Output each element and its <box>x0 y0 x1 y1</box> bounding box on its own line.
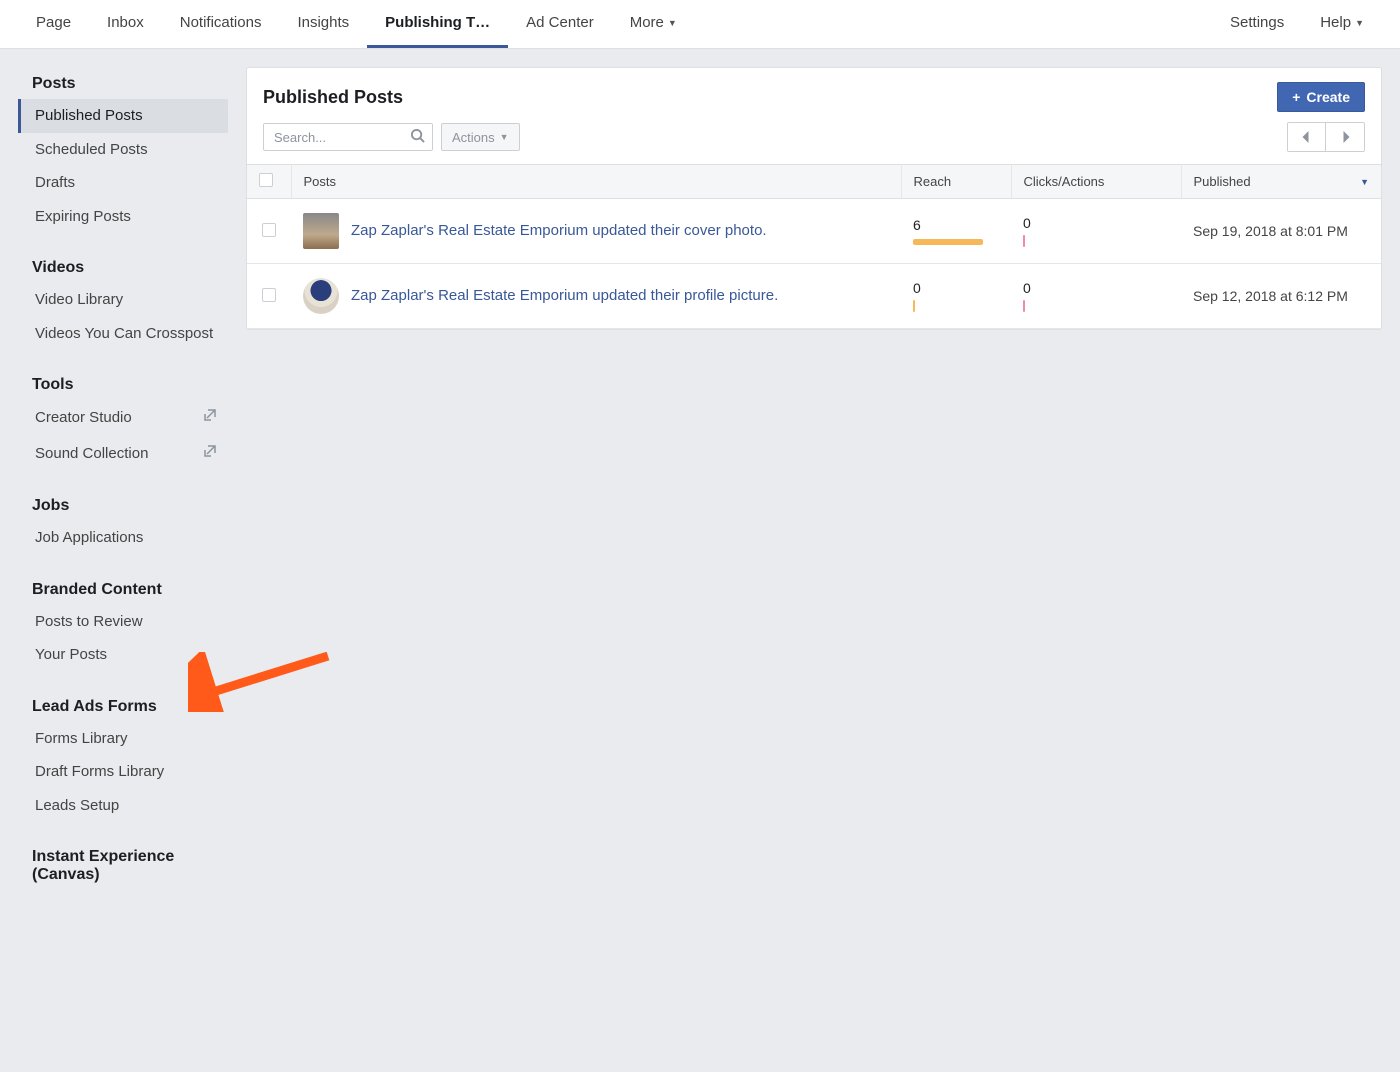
side-title-jobs: Jobs <box>18 489 228 521</box>
clicks-bar <box>1023 235 1025 247</box>
side-expiring-posts[interactable]: Expiring Posts <box>18 200 228 234</box>
th-posts[interactable]: Posts <box>291 165 901 199</box>
sidebar: Posts Published Posts Scheduled Posts Dr… <box>18 67 228 890</box>
nav-ad-center[interactable]: Ad Center <box>508 0 612 48</box>
search-input[interactable] <box>263 123 433 151</box>
side-title-branded: Branded Content <box>18 573 228 605</box>
nav-more[interactable]: More ▼ <box>612 0 695 48</box>
side-drafts[interactable]: Drafts <box>18 166 228 200</box>
card-header: Published Posts + Create <box>247 68 1381 122</box>
nav-help[interactable]: Help ▼ <box>1302 0 1382 48</box>
th-published[interactable]: Published ▼ <box>1181 165 1381 199</box>
checkbox-icon <box>259 173 273 187</box>
nav-page[interactable]: Page <box>18 0 89 48</box>
nav-notifications[interactable]: Notifications <box>162 0 280 48</box>
table-row[interactable]: Zap Zaplar's Real Estate Emporium update… <box>247 199 1381 264</box>
side-job-applications[interactable]: Job Applications <box>18 521 228 555</box>
pager-prev-button[interactable] <box>1288 123 1326 151</box>
page-title: Published Posts <box>263 87 403 108</box>
side-sound-collection[interactable]: Sound Collection <box>18 436 228 472</box>
post-title-link[interactable]: Zap Zaplar's Real Estate Emporium update… <box>351 286 778 306</box>
posts-table: Posts Reach Clicks/Actions Published ▼ <box>247 164 1381 329</box>
annotation-arrow-icon <box>188 652 338 712</box>
reach-value: 0 <box>913 280 999 296</box>
side-title-posts: Posts <box>18 67 228 99</box>
nav-help-label: Help <box>1320 14 1351 31</box>
pager-next-button[interactable] <box>1326 123 1364 151</box>
clicks-value: 0 <box>1023 280 1169 296</box>
side-forms-library[interactable]: Forms Library <box>18 722 228 756</box>
top-nav-left: Page Inbox Notifications Insights Publis… <box>18 0 1212 48</box>
checkbox-icon <box>262 223 276 237</box>
side-posts-to-review[interactable]: Posts to Review <box>18 605 228 639</box>
side-published-posts[interactable]: Published Posts <box>18 99 228 133</box>
main: Published Posts + Create Actions ▼ <box>246 67 1382 890</box>
reach-bar <box>913 239 983 245</box>
nav-publishing-tools[interactable]: Publishing T… <box>367 0 508 48</box>
caret-down-icon: ▼ <box>668 18 677 28</box>
row-checkbox[interactable] <box>247 264 291 329</box>
th-published-label: Published <box>1194 174 1251 189</box>
create-label: Create <box>1306 89 1350 105</box>
reach-value: 6 <box>913 217 999 233</box>
card-published-posts: Published Posts + Create Actions ▼ <box>246 67 1382 330</box>
caret-down-icon: ▼ <box>500 132 509 142</box>
clicks-bar <box>1023 300 1025 312</box>
side-creator-studio[interactable]: Creator Studio <box>18 400 228 436</box>
side-video-library[interactable]: Video Library <box>18 283 228 317</box>
published-date: Sep 12, 2018 at 6:12 PM <box>1181 264 1381 329</box>
top-nav: Page Inbox Notifications Insights Publis… <box>0 0 1400 49</box>
nav-insights[interactable]: Insights <box>279 0 367 48</box>
actions-dropdown[interactable]: Actions ▼ <box>441 123 520 151</box>
pager <box>1287 122 1365 152</box>
side-title-instant-exp: Instant Experience (Canvas) <box>18 840 228 890</box>
post-thumbnail <box>303 213 339 249</box>
post-title-link[interactable]: Zap Zaplar's Real Estate Emporium update… <box>351 221 767 241</box>
content: Posts Published Posts Scheduled Posts Dr… <box>0 49 1400 908</box>
top-nav-right: Settings Help ▼ <box>1212 0 1382 48</box>
caret-down-icon: ▼ <box>1355 18 1364 28</box>
row-checkbox[interactable] <box>247 199 291 264</box>
external-link-icon <box>202 407 218 429</box>
side-title-videos: Videos <box>18 251 228 283</box>
sort-desc-icon: ▼ <box>1360 177 1369 187</box>
th-reach[interactable]: Reach <box>901 165 1011 199</box>
reach-bar <box>913 300 915 312</box>
table-row[interactable]: Zap Zaplar's Real Estate Emporium update… <box>247 264 1381 329</box>
th-select-all[interactable] <box>247 165 291 199</box>
side-title-tools: Tools <box>18 368 228 400</box>
search-wrap <box>263 123 433 151</box>
nav-settings[interactable]: Settings <box>1212 0 1302 48</box>
nav-inbox[interactable]: Inbox <box>89 0 162 48</box>
side-scheduled-posts[interactable]: Scheduled Posts <box>18 133 228 167</box>
side-creator-studio-label: Creator Studio <box>35 408 132 428</box>
actions-label: Actions <box>452 130 495 145</box>
toolbar: Actions ▼ <box>247 122 1381 164</box>
plus-icon: + <box>1292 89 1300 105</box>
side-videos-crosspost[interactable]: Videos You Can Crosspost <box>18 317 228 351</box>
side-leads-setup[interactable]: Leads Setup <box>18 789 228 823</box>
post-thumbnail <box>303 278 339 314</box>
side-sound-collection-label: Sound Collection <box>35 444 148 464</box>
published-date: Sep 19, 2018 at 8:01 PM <box>1181 199 1381 264</box>
side-draft-forms-library[interactable]: Draft Forms Library <box>18 755 228 789</box>
nav-more-label: More <box>630 14 664 31</box>
search-icon <box>410 128 425 146</box>
external-link-icon <box>202 443 218 465</box>
clicks-value: 0 <box>1023 215 1169 231</box>
th-clicks[interactable]: Clicks/Actions <box>1011 165 1181 199</box>
checkbox-icon <box>262 288 276 302</box>
create-button[interactable]: + Create <box>1277 82 1365 112</box>
